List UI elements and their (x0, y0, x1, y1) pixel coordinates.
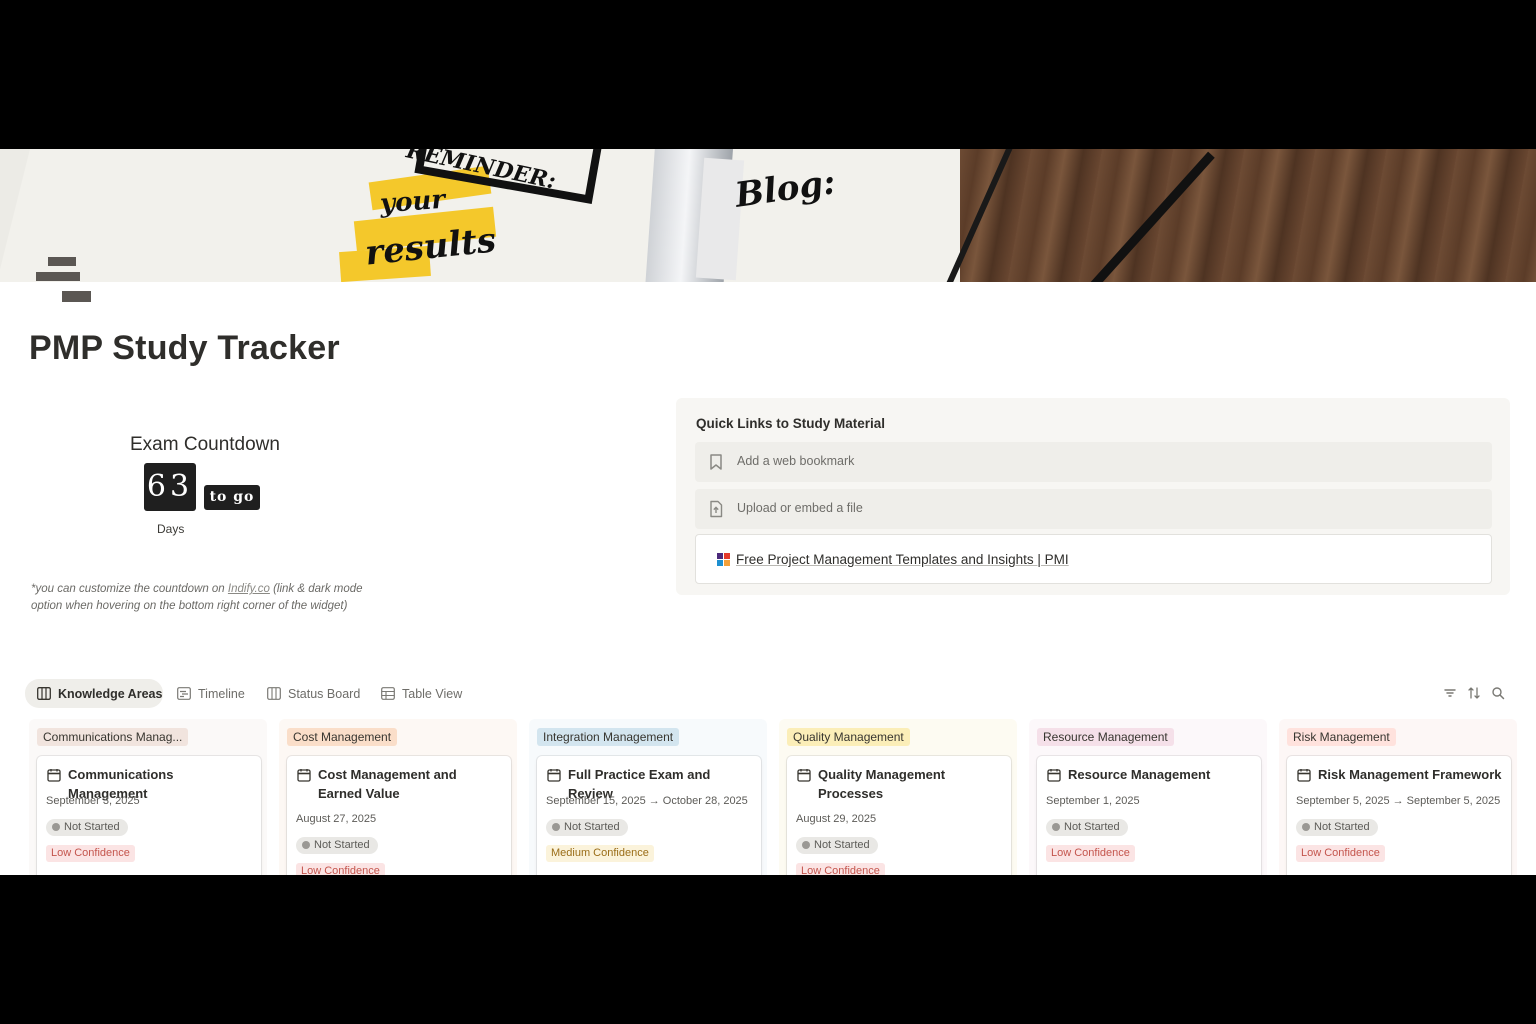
status-badge: Not Started (1046, 819, 1128, 836)
board-column-integration: Integration Management Full Practice Exa… (529, 719, 767, 875)
cover-image: REMINDER: your results Blog: (0, 149, 1536, 282)
status-dot (302, 841, 310, 849)
pmi-bookmark-title: Free Project Management Templates and In… (736, 552, 1069, 567)
status-dot (52, 823, 60, 831)
countdown-unit: Days (157, 522, 185, 536)
card-risk-management[interactable]: Risk Management Framework September 5, 2… (1287, 756, 1511, 875)
countdown-note: *you can customize the countdown on Indi… (31, 583, 363, 612)
card-title: Cost Management and Earned Value (318, 767, 457, 801)
indify-link[interactable]: Indify.co (228, 583, 270, 595)
status-dot (552, 823, 560, 831)
card-cost-management[interactable]: Cost Management and Earned Value August … (287, 756, 511, 875)
calendar-icon (547, 769, 561, 782)
confidence-badge: Medium Confidence (546, 845, 654, 862)
confidence-badge: Low Confidence (1296, 845, 1385, 862)
card-title: Risk Management Framework (1318, 767, 1502, 782)
tab-table-view[interactable]: Table View (369, 679, 469, 708)
card-full-practice-exam[interactable]: Full Practice Exam and Review September … (537, 756, 761, 875)
view-tabs: Knowledge Areas Timeline Status Board Ta… (25, 679, 485, 708)
tab-status-board[interactable]: Status Board (255, 679, 365, 708)
column-tag[interactable]: Quality Management (787, 728, 910, 746)
card-date: August 27, 2025 (296, 813, 377, 825)
filter-icon[interactable] (1442, 685, 1458, 701)
tab-timeline[interactable]: Timeline (165, 679, 251, 708)
timeline-icon (177, 687, 191, 700)
confidence-badge: Low Confidence (46, 845, 135, 862)
quick-links-title: Quick Links to Study Material (696, 416, 886, 431)
board-icon (37, 687, 51, 700)
column-tag[interactable]: Communications Manag... (37, 728, 189, 746)
letterbox-bottom (0, 875, 1536, 1024)
board-column-resource: Resource Management Resource Management … (1029, 719, 1267, 875)
column-tag[interactable]: Cost Management (287, 728, 398, 746)
table-icon (381, 687, 395, 700)
column-tag[interactable]: Risk Management (1287, 728, 1396, 746)
bookmark-icon (710, 454, 722, 470)
letterbox-top (0, 0, 1536, 149)
file-upload-icon (710, 500, 723, 518)
calendar-icon (297, 769, 311, 782)
status-badge: Not Started (1296, 819, 1378, 836)
add-bookmark-button[interactable]: Add a web bookmark (695, 442, 1492, 482)
column-tag[interactable]: Integration Management (537, 728, 680, 746)
status-badge: Not Started (796, 837, 878, 854)
countdown-title: Exam Countdown (130, 434, 280, 455)
card-quality-management[interactable]: Quality Management Processes August 29, … (787, 756, 1011, 875)
search-icon[interactable] (1490, 685, 1506, 701)
tab-knowledge-areas[interactable]: Knowledge Areas (25, 679, 163, 708)
countdown-suffix: to go (204, 485, 260, 510)
upload-file-button[interactable]: Upload or embed a file (695, 489, 1492, 529)
card-title: Quality Management Processes (818, 767, 946, 801)
board-column-cost: Cost Management Cost Management and Earn… (279, 719, 517, 875)
card-date: August 29, 2025 (796, 813, 877, 825)
status-badge: Not Started (46, 819, 128, 836)
upload-file-label: Upload or embed a file (737, 501, 863, 515)
card-date: September 15, 2025 → October 28, 2025 (546, 795, 748, 807)
add-bookmark-label: Add a web bookmark (737, 454, 855, 468)
calendar-icon (1047, 769, 1061, 782)
board-column-quality: Quality Management Quality Management Pr… (779, 719, 1017, 875)
card-title: Resource Management (1068, 767, 1211, 782)
board-icon (267, 687, 281, 700)
pmi-bookmark[interactable]: Free Project Management Templates and In… (695, 534, 1492, 584)
status-dot (1302, 823, 1310, 831)
sort-icon[interactable] (1466, 685, 1482, 701)
status-badge: Not Started (296, 837, 378, 854)
countdown-digits: 63 (144, 463, 196, 511)
card-communications-management[interactable]: Communications Management September 3, 2… (37, 756, 261, 875)
page-icon[interactable] (36, 257, 92, 303)
status-dot (1052, 823, 1060, 831)
calendar-icon (1297, 769, 1311, 782)
confidence-badge: Low Confidence (1046, 845, 1135, 862)
quick-links-panel: Quick Links to Study Material Add a web … (676, 398, 1510, 595)
board-column-risk: Risk Management Risk Management Framewor… (1279, 719, 1517, 875)
card-date: September 3, 2025 (46, 795, 140, 807)
page-title: PMP Study Tracker (29, 329, 340, 367)
view-toolbar (1440, 685, 1510, 703)
calendar-icon (47, 769, 61, 782)
column-tag[interactable]: Resource Management (1037, 728, 1174, 746)
confidence-badge: Low Confidence (296, 863, 385, 875)
card-resource-management[interactable]: Resource Management September 1, 2025 No… (1037, 756, 1261, 875)
card-date: September 1, 2025 (1046, 795, 1140, 807)
notion-page: REMINDER: your results Blog: PMP Study T… (0, 149, 1536, 875)
status-dot (802, 841, 810, 849)
card-date: September 5, 2025 → September 5, 2025 (1296, 795, 1501, 807)
confidence-badge: Low Confidence (796, 863, 885, 875)
board-column-communications: Communications Manag... Communications M… (29, 719, 267, 875)
pmi-favicon-icon (716, 552, 731, 567)
calendar-icon (797, 769, 811, 782)
status-badge: Not Started (546, 819, 628, 836)
